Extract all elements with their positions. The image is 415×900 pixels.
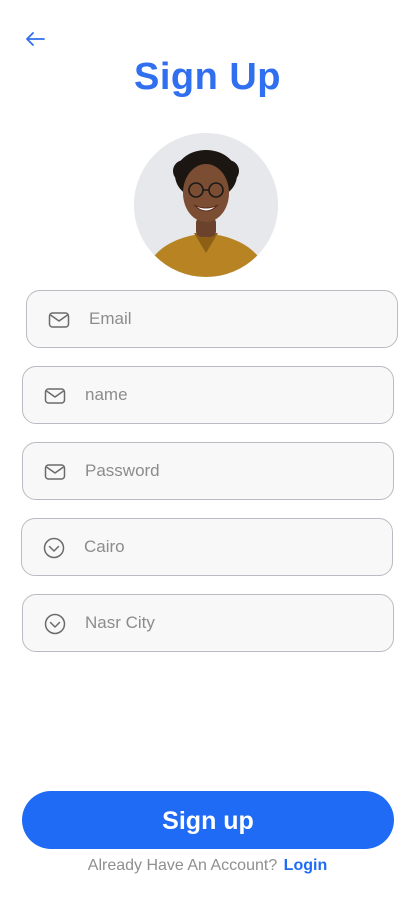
city-select[interactable]: Cairo xyxy=(21,518,393,576)
email-field[interactable] xyxy=(26,290,398,348)
chevron-down-circle-icon xyxy=(43,612,67,636)
district-select-value: Nasr City xyxy=(85,613,155,632)
login-prompt: Already Have An Account? Login xyxy=(0,857,415,875)
mail-icon xyxy=(47,308,71,332)
mail-icon xyxy=(43,460,67,484)
signup-button[interactable]: Sign up xyxy=(22,791,394,849)
name-input[interactable] xyxy=(85,367,379,423)
account-prompt-text: Already Have An Account? xyxy=(87,857,278,874)
arrow-left-icon xyxy=(26,32,45,46)
password-input[interactable] xyxy=(85,443,379,499)
page-title: Sign Up xyxy=(133,56,282,98)
email-input[interactable] xyxy=(89,291,383,347)
back-button[interactable] xyxy=(20,26,50,52)
profile-photo-icon xyxy=(134,133,278,277)
name-field[interactable] xyxy=(22,366,394,424)
login-link[interactable]: Login xyxy=(284,857,328,874)
district-select[interactable]: Nasr City xyxy=(22,594,394,652)
mail-icon xyxy=(43,384,67,408)
avatar[interactable] xyxy=(134,133,278,277)
chevron-down-circle-icon xyxy=(42,536,66,560)
password-field[interactable] xyxy=(22,442,394,500)
city-select-value: Cairo xyxy=(84,537,125,556)
